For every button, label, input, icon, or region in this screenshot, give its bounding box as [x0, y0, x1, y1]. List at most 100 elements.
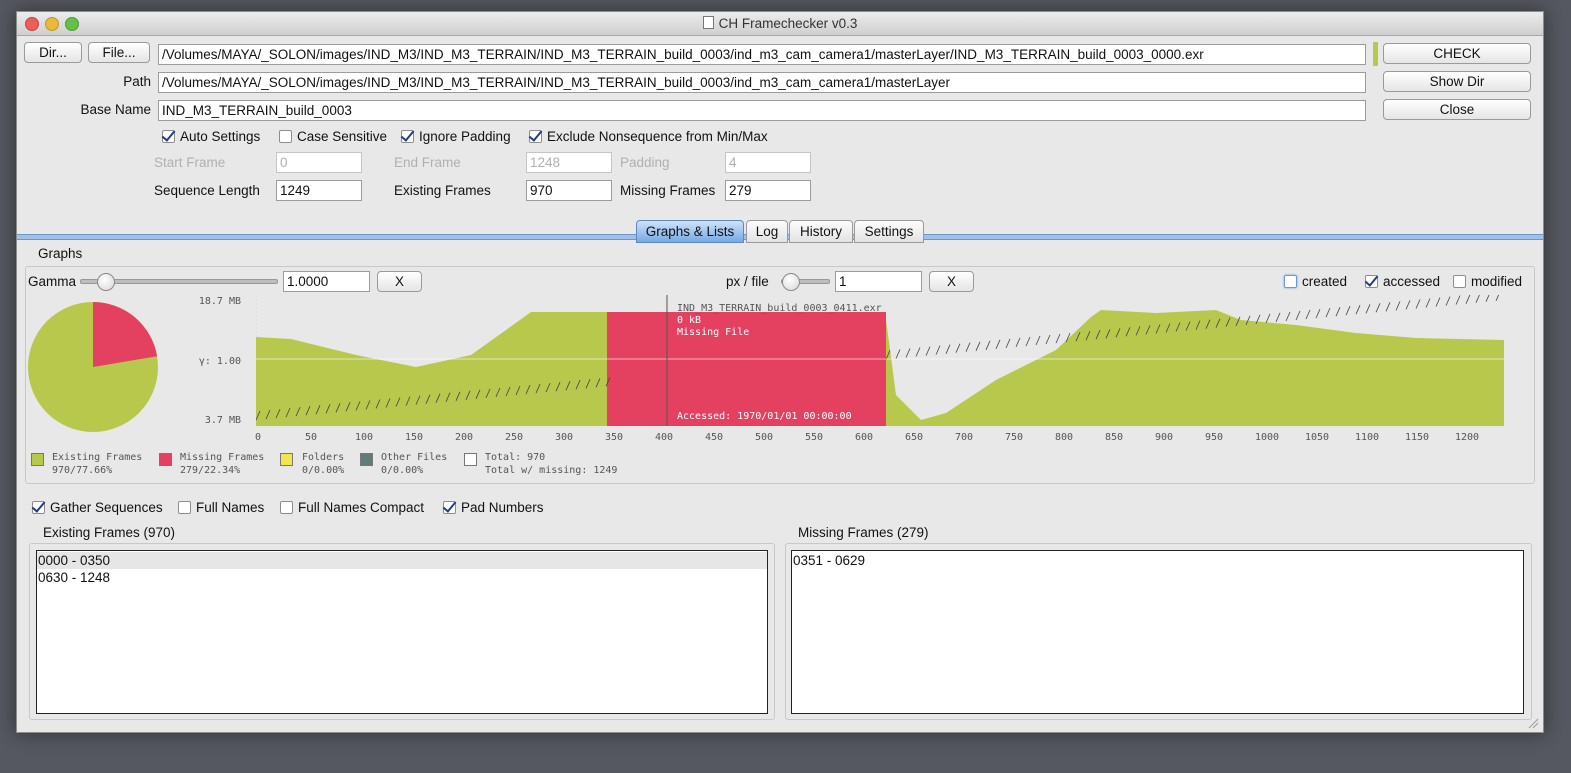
- tooltip-file: IND_M3_TERRAIN_build_0003_0411.exr: [677, 303, 882, 314]
- pxfile-reset-button[interactable]: X: [929, 271, 974, 292]
- x-tick-label: 450: [705, 432, 724, 443]
- checkbox-box[interactable]: [528, 127, 543, 143]
- tab-log[interactable]: Log: [746, 220, 788, 243]
- ignore-padding-checkbox[interactable]: Ignore Padding: [400, 127, 511, 144]
- file-size-graph: IND_M3_TERRAIN_build_0003_0411.exr 0 kB …: [256, 295, 1504, 426]
- checkmark-icon: [1364, 272, 1379, 287]
- access-tick: [1415, 299, 1421, 309]
- pxfile-slider-knob[interactable]: [782, 273, 800, 291]
- x-tick-label: 600: [855, 432, 874, 443]
- checkbox-box[interactable]: [400, 127, 415, 143]
- close-button[interactable]: Close: [1383, 99, 1531, 120]
- x-tick-label: 850: [1105, 432, 1124, 443]
- created-checkbox[interactable]: created: [1284, 274, 1347, 289]
- x-tick-label: 150: [405, 432, 424, 443]
- gamma-reset-button[interactable]: X: [377, 271, 422, 292]
- checkmark-icon: [400, 127, 415, 142]
- pxfile-label: px / file: [726, 274, 769, 289]
- access-tick: [1275, 312, 1281, 323]
- pxfile-field[interactable]: 1: [835, 271, 922, 292]
- list-item[interactable]: 0630 - 1248: [37, 569, 767, 586]
- access-tick: [1345, 306, 1351, 316]
- tab-history[interactable]: History: [789, 220, 853, 243]
- checkbox-box[interactable]: [280, 501, 293, 514]
- access-tick: [915, 347, 921, 357]
- checkbox-box[interactable]: [1284, 275, 1297, 288]
- access-tick: [1365, 304, 1371, 314]
- x-tick-label: 550: [805, 432, 824, 443]
- tab-settings[interactable]: Settings: [854, 220, 924, 243]
- checkbox-box[interactable]: [442, 498, 457, 514]
- tab-graphs-lists[interactable]: Graphs & Lists: [636, 220, 744, 243]
- existing-frames-field[interactable]: 970: [526, 180, 612, 201]
- missing-frames-field[interactable]: 279: [725, 180, 811, 201]
- legend-swatch-folders: [280, 453, 293, 466]
- gather-sequences-checkbox[interactable]: Gather Sequences: [31, 498, 163, 515]
- access-tick: [1035, 335, 1041, 346]
- legend-total-value: Total w/ missing: 1249: [485, 465, 618, 476]
- basename-field[interactable]: IND_M3_TERRAIN_build_0003: [158, 100, 1366, 121]
- pad-numbers-checkbox[interactable]: Pad Numbers: [442, 498, 544, 515]
- existing-frames-list[interactable]: 0000 - 0350 0630 - 1248: [36, 550, 768, 714]
- document-icon: [702, 16, 714, 29]
- dir-button[interactable]: Dir...: [24, 42, 82, 63]
- x-tick-label: 250: [505, 432, 524, 443]
- accessed-checkbox[interactable]: accessed: [1364, 272, 1440, 289]
- missing-frames-list[interactable]: 0351 - 0629: [791, 550, 1524, 714]
- list-item[interactable]: 0000 - 0350: [37, 552, 767, 569]
- full-names-checkbox[interactable]: Full Names: [178, 500, 264, 515]
- access-tick: [1325, 307, 1331, 318]
- access-tick: [925, 346, 931, 356]
- path-field[interactable]: /Volumes/MAYA/_SOLON/images/IND_M3/IND_M…: [158, 72, 1366, 93]
- x-axis-ticks: 0 50 100 150 200 250 300 350 400 450 500 550 600 650 7…: [255, 432, 1504, 446]
- check-button[interactable]: CHECK: [1383, 43, 1531, 64]
- missing-frames-label: Missing Frames: [620, 183, 716, 198]
- window-title: CH Framechecker v0.3: [17, 16, 1543, 31]
- x-tick-label: 500: [755, 432, 774, 443]
- legend-other-label: Other Files: [381, 452, 448, 463]
- access-tick: [1315, 308, 1321, 319]
- title-bar: CH Framechecker v0.3: [17, 12, 1543, 36]
- gamma-label: Gamma: [28, 274, 77, 289]
- exclude-nonsequence-checkbox[interactable]: Exclude Nonsequence from Min/Max: [528, 127, 768, 144]
- file-button[interactable]: File...: [88, 42, 150, 63]
- start-frame-label: Start Frame: [154, 155, 226, 170]
- sequence-length-field[interactable]: 1249: [276, 180, 362, 201]
- access-tick: [1295, 310, 1301, 321]
- auto-settings-checkbox[interactable]: Auto Settings: [161, 127, 260, 144]
- legend-folders-value: 0/0.00%: [302, 465, 345, 476]
- checkbox-box[interactable]: [161, 127, 176, 143]
- checkbox-box[interactable]: [279, 130, 292, 143]
- existing-frames-label: Existing Frames: [394, 183, 491, 198]
- legend-swatch-other: [360, 453, 373, 466]
- full-names-compact-checkbox[interactable]: Full Names Compact: [280, 500, 424, 515]
- file-path-field[interactable]: /Volumes/MAYA/_SOLON/images/IND_M3/IND_M…: [158, 44, 1366, 65]
- existing-list-title: Existing Frames (970): [43, 525, 176, 540]
- checkbox-box[interactable]: [1453, 275, 1466, 288]
- checkbox-box[interactable]: [31, 498, 46, 514]
- x-tick-label: 300: [555, 432, 574, 443]
- checkmark-icon: [442, 498, 457, 513]
- start-frame-field[interactable]: 0: [276, 152, 362, 173]
- checkmark-icon: [31, 498, 46, 513]
- gamma-slider-knob[interactable]: [97, 273, 115, 291]
- padding-label: Padding: [620, 155, 670, 170]
- access-tick: [905, 348, 911, 358]
- resize-grip-icon[interactable]: [1527, 717, 1539, 729]
- gamma-field[interactable]: 1.0000: [283, 271, 370, 292]
- case-sensitive-checkbox[interactable]: Case Sensitive: [279, 129, 387, 144]
- list-item[interactable]: 0351 - 0629: [792, 552, 1523, 569]
- access-tick: [945, 344, 951, 354]
- checkbox-box[interactable]: [178, 501, 191, 514]
- graphs-section-label: Graphs: [38, 246, 83, 261]
- access-tick: [1305, 309, 1311, 320]
- access-tick: [1405, 300, 1411, 310]
- basename-label: Base Name: [80, 102, 151, 117]
- x-tick-label: 350: [605, 432, 624, 443]
- checkbox-box[interactable]: [1364, 272, 1379, 288]
- modified-checkbox[interactable]: modified: [1453, 274, 1522, 289]
- padding-field[interactable]: 4: [725, 152, 811, 173]
- tooltip-status: Missing File: [677, 327, 749, 338]
- show-dir-button[interactable]: Show Dir: [1383, 71, 1531, 92]
- end-frame-field[interactable]: 1248: [526, 152, 612, 173]
